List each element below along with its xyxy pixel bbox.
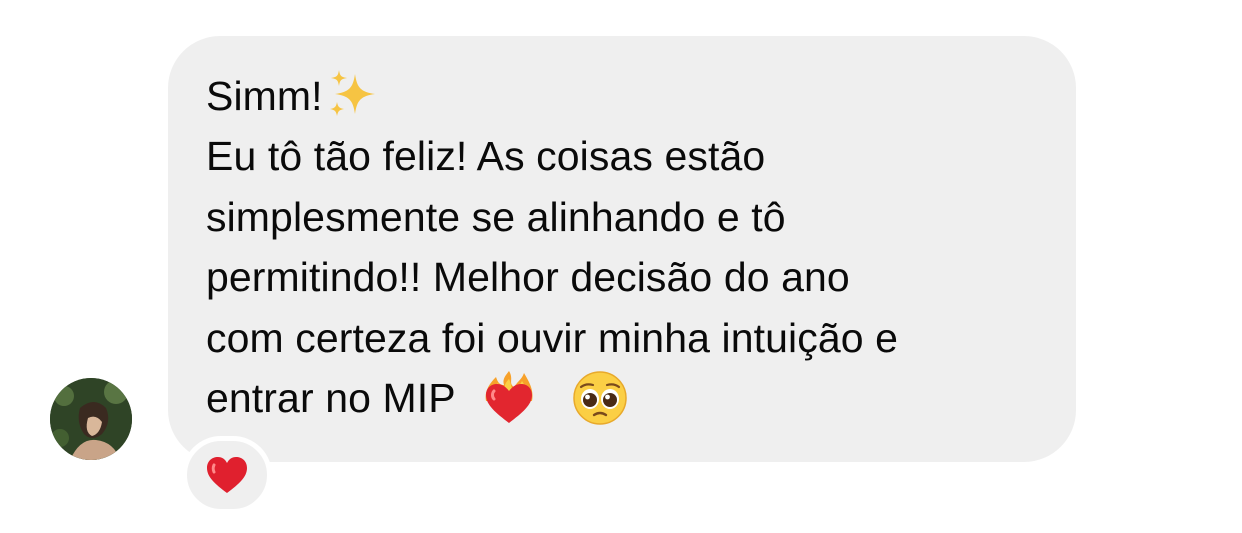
message-line: com certeza foi ouvir minha intuição e: [206, 314, 899, 361]
pleading-face-icon: [572, 370, 628, 426]
sender-avatar[interactable]: [50, 378, 132, 460]
red-heart-icon: [205, 455, 249, 495]
message-line: simplesmente se alinhando e tô: [206, 193, 786, 240]
message-text: entrar no MIP: [206, 375, 455, 422]
reaction-badge[interactable]: [182, 436, 272, 514]
message-line: Eu tô tão feliz! As coisas estão: [206, 133, 766, 180]
heart-on-fire-icon: [480, 369, 538, 427]
message-line: permitindo!! Melhor decisão do ano: [206, 254, 850, 301]
message-line: entrar no MIP: [206, 368, 1046, 430]
message-bubble[interactable]: Simm! Eu tô tão feliz! As coisas estão s…: [168, 36, 1076, 462]
avatar-photo: [50, 378, 132, 460]
sparkles-icon: [325, 68, 379, 122]
message-line: Simm!: [206, 66, 1046, 126]
message-text: Simm!: [206, 73, 323, 119]
